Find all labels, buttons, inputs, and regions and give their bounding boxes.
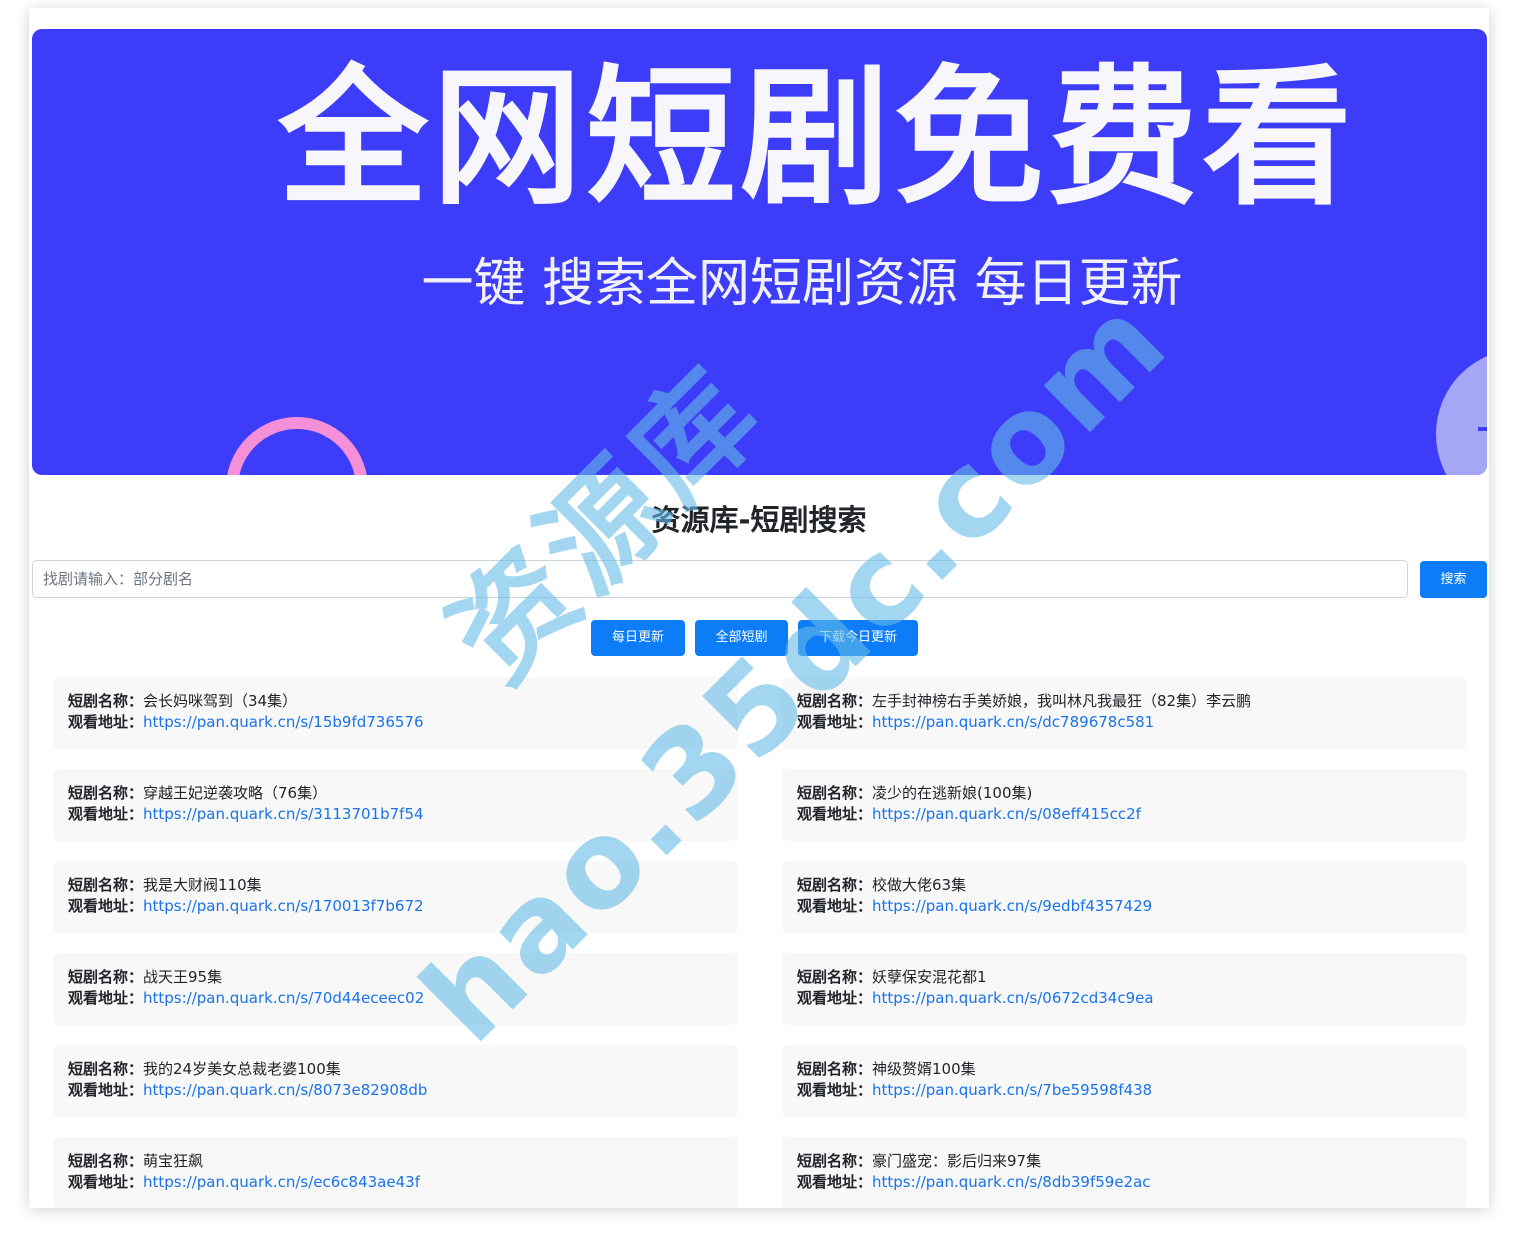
result-card: 短剧名称：穿越王妃逆袭攻略（76集） 观看地址：https://pan.quar… <box>53 769 738 841</box>
drama-name: 豪门盛宠：影后归来97集 <box>872 1152 1042 1170</box>
drama-name: 会长妈咪驾到（34集） <box>143 692 298 710</box>
drama-link[interactable]: https://pan.quark.cn/s/70d44eceec02 <box>143 989 424 1007</box>
result-card: 短剧名称：校做大佬63集 观看地址：https://pan.quark.cn/s… <box>782 861 1467 933</box>
name-label: 短剧名称： <box>797 968 873 986</box>
url-label: 观看地址： <box>68 805 144 823</box>
banner-subtitle: 一键 搜索全网短剧资源 每日更新 <box>421 254 1183 314</box>
drama-link[interactable]: https://pan.quark.cn/s/15b9fd736576 <box>143 713 424 731</box>
drama-name: 校做大佬63集 <box>872 876 967 894</box>
drama-url-row: 观看地址：https://pan.quark.cn/s/9edbf4357429 <box>797 896 1452 917</box>
banner-title: 全网短剧免费看 <box>277 52 1356 226</box>
drama-url-row: 观看地址：https://pan.quark.cn/s/170013f7b672 <box>68 896 723 917</box>
name-label: 短剧名称： <box>797 1152 873 1170</box>
result-card: 短剧名称：我的24岁美女总裁老婆100集 观看地址：https://pan.qu… <box>53 1045 738 1117</box>
daily-update-button[interactable]: 每日更新 <box>591 620 685 656</box>
url-label: 观看地址： <box>797 713 873 731</box>
url-label: 观看地址： <box>797 989 873 1007</box>
drama-name: 我的24岁美女总裁老婆100集 <box>143 1060 341 1078</box>
result-card: 短剧名称：神级赘婿100集 观看地址：https://pan.quark.cn/… <box>782 1045 1467 1117</box>
url-label: 观看地址： <box>68 713 144 731</box>
drama-url-row: 观看地址：https://pan.quark.cn/s/8073e82908db <box>68 1080 723 1101</box>
drama-name: 穿越王妃逆袭攻略（76集） <box>143 784 328 802</box>
result-card: 短剧名称：战天王95集 观看地址：https://pan.quark.cn/s/… <box>53 953 738 1025</box>
url-label: 观看地址： <box>68 1081 144 1099</box>
drama-link[interactable]: https://pan.quark.cn/s/8073e82908db <box>143 1081 427 1099</box>
drama-name: 神级赘婿100集 <box>872 1060 976 1078</box>
drama-name: 战天王95集 <box>143 968 223 986</box>
url-label: 观看地址： <box>68 897 144 915</box>
name-label: 短剧名称： <box>797 1060 873 1078</box>
drama-name-row: 短剧名称：会长妈咪驾到（34集） <box>68 691 723 712</box>
drama-url-row: 观看地址：https://pan.quark.cn/s/08eff415cc2f <box>797 804 1452 825</box>
drama-name-row: 短剧名称：战天王95集 <box>68 967 723 988</box>
drama-name: 凌少的在逃新娘(100集) <box>872 784 1033 802</box>
hero-banner: 全网短剧免费看 一键 搜索全网短剧资源 每日更新 <box>32 29 1487 475</box>
url-label: 观看地址： <box>68 989 144 1007</box>
drama-url-row: 观看地址：https://pan.quark.cn/s/70d44eceec02 <box>68 988 723 1009</box>
drama-name-row: 短剧名称：凌少的在逃新娘(100集) <box>797 783 1452 804</box>
drama-url-row: 观看地址：https://pan.quark.cn/s/3113701b7f54 <box>68 804 723 825</box>
drama-link[interactable]: https://pan.quark.cn/s/9edbf4357429 <box>872 897 1152 915</box>
drama-url-row: 观看地址：https://pan.quark.cn/s/0672cd34c9ea <box>797 988 1452 1009</box>
drama-link[interactable]: https://pan.quark.cn/s/dc789678c581 <box>872 713 1154 731</box>
name-label: 短剧名称： <box>68 968 144 986</box>
drama-name: 萌宝狂飙 <box>143 1152 204 1170</box>
name-label: 短剧名称： <box>797 784 873 802</box>
decorative-ring <box>226 417 368 475</box>
result-card: 短剧名称：左手封神榜右手美娇娘，我叫林凡我最狂（82集）李云鹏 观看地址：htt… <box>782 677 1467 749</box>
drama-name-row: 短剧名称：妖孽保安混花都1 <box>797 967 1452 988</box>
drama-link[interactable]: https://pan.quark.cn/s/7be59598f438 <box>872 1081 1152 1099</box>
download-today-button[interactable]: 下载今日更新 <box>798 620 918 656</box>
name-label: 短剧名称： <box>68 692 144 710</box>
drama-link[interactable]: https://pan.quark.cn/s/08eff415cc2f <box>872 805 1141 823</box>
result-card: 短剧名称：妖孽保安混花都1 观看地址：https://pan.quark.cn/… <box>782 953 1467 1025</box>
decorative-circle <box>1436 349 1487 475</box>
drama-name: 左手封神榜右手美娇娘，我叫林凡我最狂（82集）李云鹏 <box>872 692 1252 710</box>
url-label: 观看地址： <box>797 1081 873 1099</box>
result-card: 短剧名称：会长妈咪驾到（34集） 观看地址：https://pan.quark.… <box>53 677 738 749</box>
drama-name-row: 短剧名称：我是大财阀110集 <box>68 875 723 896</box>
drama-link[interactable]: https://pan.quark.cn/s/8db39f59e2ac <box>872 1173 1151 1191</box>
drama-name: 我是大财阀110集 <box>143 876 262 894</box>
search-input[interactable] <box>32 560 1408 598</box>
page-frame: 全网短剧免费看 一键 搜索全网短剧资源 每日更新 资源库-短剧搜索 搜索 每日更… <box>29 8 1489 1208</box>
drama-url-row: 观看地址：https://pan.quark.cn/s/ec6c843ae43f <box>68 1172 723 1193</box>
name-label: 短剧名称： <box>68 876 144 894</box>
name-label: 短剧名称： <box>797 692 873 710</box>
result-list: 短剧名称：会长妈咪驾到（34集） 观看地址：https://pan.quark.… <box>53 677 1467 1208</box>
drama-url-row: 观看地址：https://pan.quark.cn/s/8db39f59e2ac <box>797 1172 1452 1193</box>
name-label: 短剧名称： <box>68 784 144 802</box>
result-card: 短剧名称：凌少的在逃新娘(100集) 观看地址：https://pan.quar… <box>782 769 1467 841</box>
decorative-mark <box>1478 427 1487 431</box>
url-label: 观看地址： <box>797 1173 873 1191</box>
drama-link[interactable]: https://pan.quark.cn/s/3113701b7f54 <box>143 805 424 823</box>
name-label: 短剧名称： <box>68 1152 144 1170</box>
drama-link[interactable]: https://pan.quark.cn/s/0672cd34c9ea <box>872 989 1154 1007</box>
drama-url-row: 观看地址：https://pan.quark.cn/s/15b9fd736576 <box>68 712 723 733</box>
url-label: 观看地址： <box>68 1173 144 1191</box>
search-button[interactable]: 搜索 <box>1420 561 1487 598</box>
drama-name-row: 短剧名称：神级赘婿100集 <box>797 1059 1452 1080</box>
drama-url-row: 观看地址：https://pan.quark.cn/s/dc789678c581 <box>797 712 1452 733</box>
drama-link[interactable]: https://pan.quark.cn/s/ec6c843ae43f <box>143 1173 420 1191</box>
drama-name-row: 短剧名称：穿越王妃逆袭攻略（76集） <box>68 783 723 804</box>
page-title: 资源库-短剧搜索 <box>651 503 867 537</box>
drama-url-row: 观看地址：https://pan.quark.cn/s/7be59598f438 <box>797 1080 1452 1101</box>
name-label: 短剧名称： <box>797 876 873 894</box>
drama-name-row: 短剧名称：校做大佬63集 <box>797 875 1452 896</box>
drama-link[interactable]: https://pan.quark.cn/s/170013f7b672 <box>143 897 424 915</box>
drama-name-row: 短剧名称：萌宝狂飙 <box>68 1151 723 1172</box>
drama-name-row: 短剧名称：左手封神榜右手美娇娘，我叫林凡我最狂（82集）李云鹏 <box>797 691 1452 712</box>
url-label: 观看地址： <box>797 805 873 823</box>
result-card: 短剧名称：萌宝狂飙 观看地址：https://pan.quark.cn/s/ec… <box>53 1137 738 1208</box>
all-dramas-button[interactable]: 全部短剧 <box>695 620 788 656</box>
result-card: 短剧名称：我是大财阀110集 观看地址：https://pan.quark.cn… <box>53 861 738 933</box>
drama-name-row: 短剧名称：豪门盛宠：影后归来97集 <box>797 1151 1452 1172</box>
drama-name: 妖孽保安混花都1 <box>872 968 987 986</box>
result-card: 短剧名称：豪门盛宠：影后归来97集 观看地址：https://pan.quark… <box>782 1137 1467 1208</box>
url-label: 观看地址： <box>797 897 873 915</box>
name-label: 短剧名称： <box>68 1060 144 1078</box>
drama-name-row: 短剧名称：我的24岁美女总裁老婆100集 <box>68 1059 723 1080</box>
